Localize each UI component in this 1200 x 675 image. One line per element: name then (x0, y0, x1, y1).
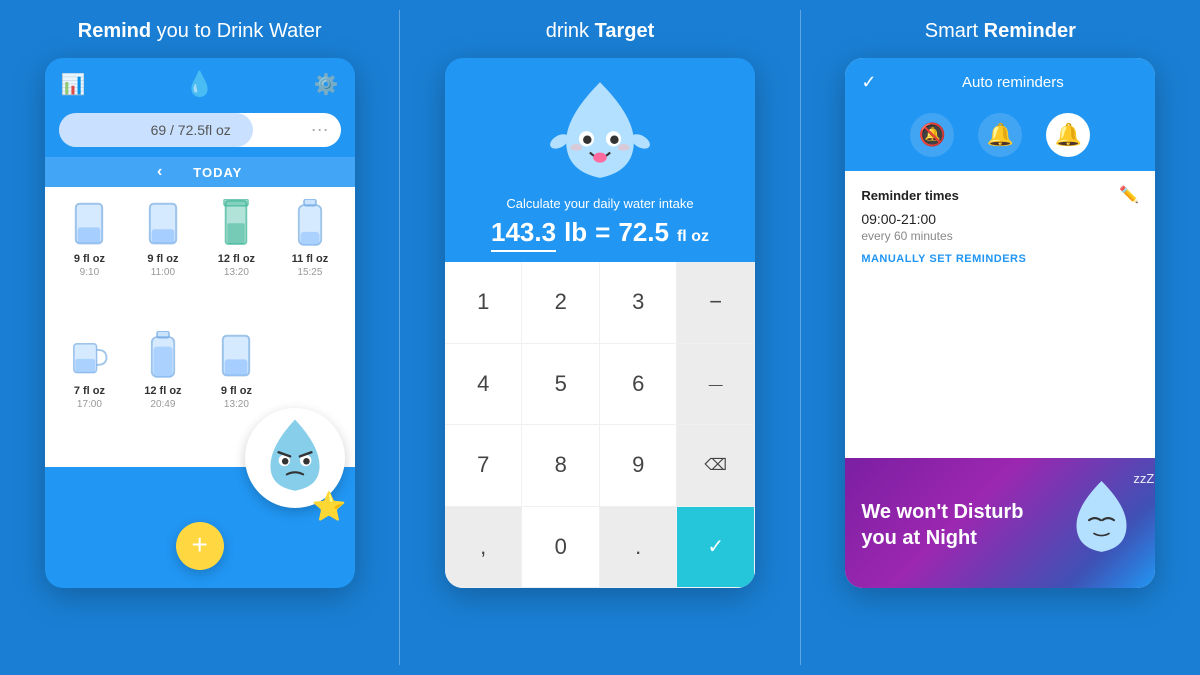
panel-3: Smart Reminder ✓ Auto reminders 🔕 🔔 🔔 Re… (801, 0, 1200, 675)
day-label: TODAY (193, 165, 242, 180)
glass-icon-1 (70, 199, 108, 251)
key-0[interactable]: 0 (522, 507, 600, 589)
key-1[interactable]: 1 (445, 262, 523, 344)
day-navigator: ‹ TODAY (45, 157, 355, 187)
drink-item-3[interactable]: 12 fl oz 13:20 (202, 199, 272, 323)
bottle-icon-2 (144, 331, 182, 383)
drink-item-4[interactable]: 11 fl oz 15:25 (275, 199, 345, 323)
p1-header: 📊 💧 ⚙️ (45, 58, 355, 107)
key-period[interactable]: . (600, 507, 678, 589)
key-comma[interactable]: , (445, 507, 523, 589)
time-range: 09:00-21:00 (861, 211, 1139, 227)
drink-label-2: 9 fl oz (147, 253, 178, 265)
weight-unit: lb (564, 217, 587, 248)
drink-label-4: 11 fl oz (292, 253, 329, 265)
sleeping-mascot: zzZ (1064, 476, 1139, 574)
star-decoration: ⭐ (312, 490, 347, 523)
drink-label-3: 12 fl oz (218, 253, 255, 265)
key-8[interactable]: 8 (522, 425, 600, 507)
panel-2-title: drink Target (546, 18, 655, 44)
drink-label-5: 7 fl oz (74, 385, 105, 397)
drink-time-6: 20:49 (150, 399, 175, 410)
key-backspace[interactable]: ⌫ (677, 425, 755, 507)
key-2[interactable]: 2 (522, 262, 600, 344)
key-minus[interactable]: − (677, 262, 755, 344)
water-value: 72.5 (618, 217, 669, 248)
bottle-icon (291, 199, 329, 251)
active-bell-icon: 🔔 (1055, 122, 1082, 148)
drink-time-3: 13:20 (224, 267, 249, 278)
drink-item-2[interactable]: 9 fl oz 11:00 (128, 199, 198, 323)
active-bell-button[interactable]: 🔔 (1046, 113, 1090, 157)
water-unit: fl oz (677, 228, 709, 246)
drink-time-4: 15:25 (297, 267, 322, 278)
progress-bar-wrapper: 69 / 72.5fl oz ⋯ (45, 107, 355, 157)
interval-text: every 60 minutes (861, 229, 1139, 243)
key-9[interactable]: 9 (600, 425, 678, 507)
happy-water-mascot (545, 78, 655, 188)
reminder-content: Reminder times ✏️ 09:00-21:00 every 60 m… (845, 171, 1155, 458)
weight-value: 143.3 (491, 217, 556, 252)
key-dash[interactable]: — (677, 344, 755, 426)
glass-icon-3 (217, 331, 255, 383)
keypad: 1 2 3 − 4 5 6 — 7 8 9 ⌫ , 0 . ✓ (445, 262, 755, 588)
silent-bell-button[interactable]: 🔕 (910, 113, 954, 157)
soft-bell-button[interactable]: 🔔 (978, 113, 1022, 157)
key-7[interactable]: 7 (445, 425, 523, 507)
drink-item-1[interactable]: 9 fl oz 9:10 (55, 199, 125, 323)
key-3[interactable]: 3 (600, 262, 678, 344)
mug-icon (70, 331, 108, 383)
key-5[interactable]: 5 (522, 344, 600, 426)
edit-icon[interactable]: ✏️ (1119, 185, 1139, 205)
drink-item-5[interactable]: 7 fl oz 17:00 (55, 331, 125, 455)
drink-time-2: 11:00 (151, 267, 175, 278)
drink-time-5: 17:00 (77, 399, 102, 410)
drink-label-6: 12 fl oz (144, 385, 181, 397)
panel-2: drink Target (400, 0, 799, 675)
zzz-text: zzZ (1133, 471, 1154, 486)
progress-text: 69 / 72.5fl oz (71, 122, 311, 138)
more-options[interactable]: ⋯ (311, 120, 329, 141)
night-banner: We won't Disturb you at Night zzZ (845, 458, 1155, 588)
p2-top-section: Calculate your daily water intake 143.3 … (445, 58, 755, 262)
check-icon: ✓ (861, 72, 876, 93)
drink-label-1: 9 fl oz (74, 253, 105, 265)
panel-1-title: Remind you to Drink Water (78, 18, 322, 44)
drink-label-7: 9 fl oz (221, 385, 252, 397)
glass-icon-2 (144, 199, 182, 251)
reminder-times-row: Reminder times ✏️ (861, 185, 1139, 205)
key-confirm[interactable]: ✓ (677, 507, 755, 589)
water-drop-icon[interactable]: 💧 (185, 70, 215, 99)
phone-card-2: Calculate your daily water intake 143.3 … (445, 58, 755, 588)
add-drink-fab[interactable]: + (176, 522, 224, 570)
drink-item-6[interactable]: 12 fl oz 20:49 (128, 331, 198, 455)
panel-1: Remind you to Drink Water 📊 💧 ⚙️ 69 / 72… (0, 0, 399, 675)
p3-header: ✓ Auto reminders (845, 58, 1155, 105)
reminder-times-label: Reminder times (861, 188, 959, 203)
progress-bar: 69 / 72.5fl oz ⋯ (59, 113, 341, 147)
equals-sign: = (595, 217, 610, 248)
fab-label: + (191, 531, 207, 559)
prev-day-arrow[interactable]: ‹ (157, 163, 163, 181)
soft-bell-icon: 🔔 (987, 122, 1014, 148)
drink-time-1: 9:10 (80, 267, 99, 278)
panel-3-title: Smart Reminder (925, 18, 1076, 44)
silent-bell-icon: 🔕 (919, 122, 946, 148)
key-6[interactable]: 6 (600, 344, 678, 426)
phone-card-1: 📊 💧 ⚙️ 69 / 72.5fl oz ⋯ ‹ TODAY (45, 58, 355, 588)
auto-reminders-label: Auto reminders (886, 74, 1139, 91)
tall-cup-icon (217, 199, 255, 251)
p2-subtitle: Calculate your daily water intake (506, 196, 693, 211)
p2-equation: 143.3 lb = 72.5 fl oz (491, 217, 709, 252)
settings-icon[interactable]: ⚙️ (314, 72, 339, 97)
manual-set-reminders-link[interactable]: MANUALLY SET REMINDERS (861, 253, 1139, 265)
chart-icon[interactable]: 📊 (61, 72, 86, 97)
notification-options-row: 🔕 🔔 🔔 (845, 105, 1155, 171)
night-text: We won't Disturb you at Night (861, 499, 1031, 551)
key-4[interactable]: 4 (445, 344, 523, 426)
phone-card-3: ✓ Auto reminders 🔕 🔔 🔔 Reminder times ✏️… (845, 58, 1155, 588)
